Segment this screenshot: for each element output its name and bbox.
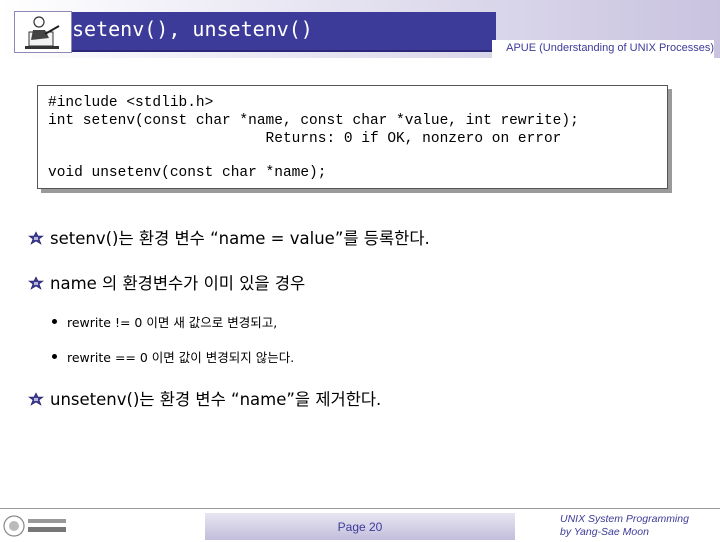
page-number-box: Page 20 <box>205 513 515 540</box>
dot-bullet-icon <box>52 354 57 359</box>
code-block: #include <stdlib.h> int setenv(const cha… <box>37 85 668 189</box>
sub-bullet-item: rewrite == 0 이면 값이 변경되지 않는다. <box>52 349 294 367</box>
fleur-bullet-icon <box>28 390 44 406</box>
university-logo-icon <box>2 514 70 538</box>
code-line: void unsetenv(const char *name); <box>48 165 327 181</box>
page-title: setenv(), unsetenv() <box>72 17 313 41</box>
writer-clipart-icon <box>14 11 72 53</box>
sub-bullet-text: rewrite == 0 이면 값이 변경되지 않는다. <box>67 350 295 365</box>
bullet-text: unsetenv()는 환경 변수 “name”을 제거한다. <box>50 390 382 409</box>
bullet-item: setenv()는 환경 변수 “name = value”를 등록한다. <box>28 228 430 250</box>
fleur-bullet-icon <box>28 274 44 290</box>
sub-bullet-text: rewrite != 0 이면 새 값으로 변경되고, <box>67 315 278 330</box>
sub-bullet-item: rewrite != 0 이면 새 값으로 변경되고, <box>52 314 277 332</box>
page-number: Page 20 <box>337 520 383 534</box>
bullet-text: name 의 환경변수가 이미 있을 경우 <box>50 274 306 293</box>
code-line: int setenv(const char *name, const char … <box>48 113 579 129</box>
header-subtitle: APUE (Understanding of UNIX Processes) <box>492 40 714 58</box>
footer-credit-line2: by Yang-Sae Moon <box>560 526 649 538</box>
fleur-bullet-icon <box>28 229 44 245</box>
footer-divider <box>0 508 720 509</box>
code-line: Returns: 0 if OK, nonzero on error <box>48 131 562 147</box>
footer-credit: UNIX System Programming by Yang-Sae Moon <box>560 513 716 539</box>
bullet-item: unsetenv()는 환경 변수 “name”을 제거한다. <box>28 389 381 411</box>
bullet-item: name 의 환경변수가 이미 있을 경우 <box>28 273 305 295</box>
bullet-text: setenv()는 환경 변수 “name = value”를 등록한다. <box>50 229 430 248</box>
dot-bullet-icon <box>52 319 57 324</box>
footer-credit-line1: UNIX System Programming <box>560 513 689 525</box>
code-line: #include <stdlib.h> <box>48 95 214 111</box>
